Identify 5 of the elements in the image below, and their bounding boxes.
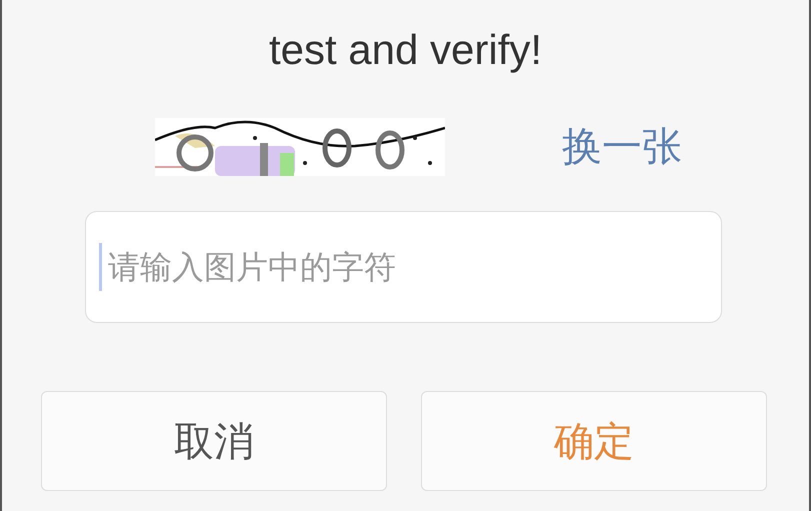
input-field[interactable]: 请输入图片中的字符: [85, 211, 722, 323]
refresh-link[interactable]: 换一张: [562, 123, 682, 171]
dialog-title: test and verify!: [268, 25, 544, 75]
confirm-button[interactable]: 确定: [421, 391, 767, 491]
cancel-button[interactable]: 取消: [41, 391, 387, 491]
